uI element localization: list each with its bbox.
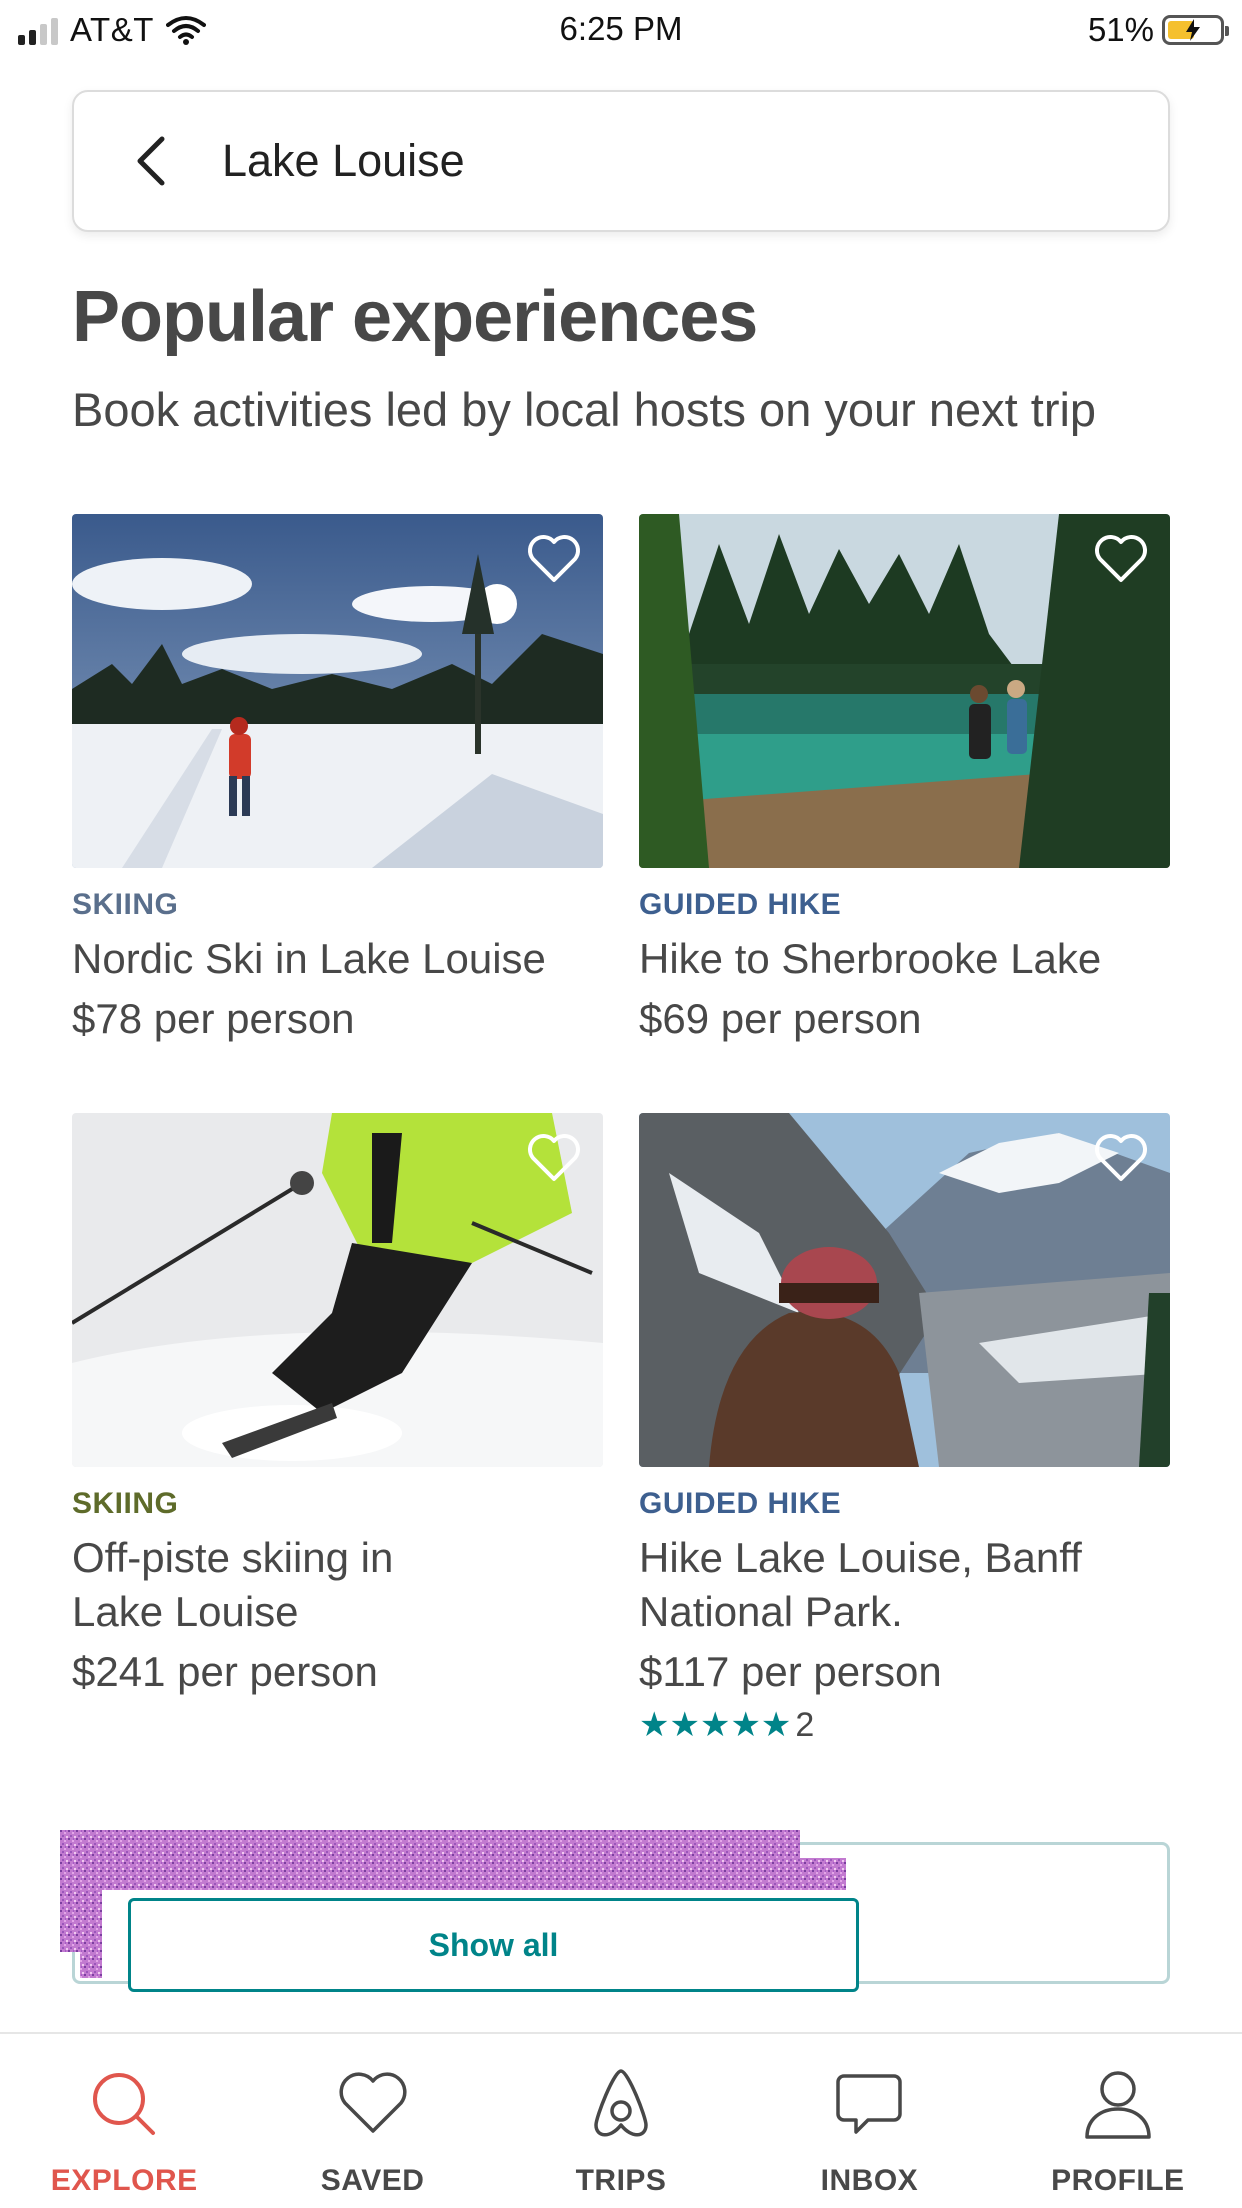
lake-louise-hike-photo xyxy=(639,1113,1170,1467)
tab-saved[interactable]: SAVED xyxy=(248,2034,496,2208)
card-category: SKIING xyxy=(72,1487,179,1520)
page-subtitle: Book activities led by local hosts on yo… xyxy=(72,383,1097,436)
tab-inbox[interactable]: INBOX xyxy=(745,2034,993,2208)
card-price: $241 per person xyxy=(72,1648,378,1695)
star-rating-icons: ★★★★★ xyxy=(639,1706,792,1744)
review-count: 2 xyxy=(795,1705,815,1744)
experience-photo[interactable] xyxy=(72,514,603,868)
heart-icon xyxy=(339,2072,407,2133)
card-title-line-1: Hike Lake Louise, Banff xyxy=(639,1534,1082,1581)
tab-label: PROFILE xyxy=(1051,2164,1185,2197)
tab-bar: EXPLORE SAVED TRIPS INBOX PROFILE xyxy=(0,2032,1242,2208)
nordic-ski-photo xyxy=(72,514,603,868)
card-category: GUIDED HIKE xyxy=(639,888,842,921)
card-title[interactable]: Hike to Sherbrooke Lake xyxy=(639,932,1170,986)
experience-photo[interactable] xyxy=(72,1113,603,1467)
heart-icon[interactable] xyxy=(527,534,581,584)
battery-percent: 51% xyxy=(1087,11,1154,48)
card-price: $117 per person xyxy=(639,1648,942,1695)
card-title[interactable]: Hike Lake Louise, Banff National Park. xyxy=(639,1531,1170,1639)
user-icon xyxy=(1085,2071,1151,2139)
message-icon xyxy=(836,2074,903,2134)
card-category: SKIING xyxy=(72,888,179,921)
experience-card[interactable]: GUIDED HIKE Hike to Sherbrooke Lake $69 … xyxy=(639,514,1170,1046)
experience-photo[interactable] xyxy=(639,1113,1170,1467)
experience-card[interactable]: SKIING Nordic Ski in Lake Louise $78 per… xyxy=(72,514,603,1046)
charging-bolt-icon xyxy=(1186,19,1200,41)
card-category: GUIDED HIKE xyxy=(639,1487,842,1520)
card-price: $78 per person xyxy=(72,995,355,1042)
airbnb-logo-icon xyxy=(594,2069,648,2137)
heart-icon[interactable] xyxy=(1094,534,1148,584)
card-title-line-2: National Park. xyxy=(639,1588,903,1635)
chevron-left-icon xyxy=(137,136,165,186)
tab-label: SAVED xyxy=(320,2164,425,2197)
back-button[interactable] xyxy=(102,92,202,230)
page-title: Popular experiences xyxy=(72,277,758,357)
clock: 6:25 PM xyxy=(559,10,683,47)
card-title[interactable]: Off-piste skiing in Lake Louise xyxy=(72,1531,603,1639)
search-location-text[interactable]: Lake Louise xyxy=(222,135,465,187)
heart-icon[interactable] xyxy=(1094,1133,1148,1183)
sherbrooke-lake-photo xyxy=(639,514,1170,868)
rating: ★★★★★ 2 xyxy=(639,1705,1170,1745)
status-bar: AT&T 6:25 PM 51% xyxy=(0,0,1242,60)
off-piste-skiing-photo xyxy=(72,1113,603,1467)
tab-trips[interactable]: TRIPS xyxy=(497,2034,745,2208)
tab-label: EXPLORE xyxy=(50,2164,198,2197)
card-title[interactable]: Nordic Ski in Lake Louise xyxy=(72,932,603,986)
tab-explore[interactable]: EXPLORE xyxy=(0,2034,248,2208)
search-icon xyxy=(93,2073,156,2135)
experience-card[interactable]: SKIING Off-piste skiing in Lake Louise $… xyxy=(72,1113,603,1699)
tab-profile[interactable]: PROFILE xyxy=(994,2034,1242,2208)
card-title-line-1: Off-piste skiing in xyxy=(72,1534,394,1581)
card-title-line-2: Lake Louise xyxy=(72,1588,299,1635)
tab-label: TRIPS xyxy=(575,2164,667,2197)
card-price: $69 per person xyxy=(639,995,922,1042)
experience-photo[interactable] xyxy=(639,514,1170,868)
heart-icon[interactable] xyxy=(527,1133,581,1183)
search-bar[interactable]: Lake Louise xyxy=(72,90,1170,232)
show-all-button[interactable]: Show all xyxy=(128,1898,859,1992)
experience-card[interactable]: GUIDED HIKE Hike Lake Louise, Banff Nati… xyxy=(639,1113,1170,1745)
status-right: 51% xyxy=(1087,10,1229,50)
tab-label: INBOX xyxy=(820,2164,919,2197)
battery-icon xyxy=(1162,15,1229,45)
